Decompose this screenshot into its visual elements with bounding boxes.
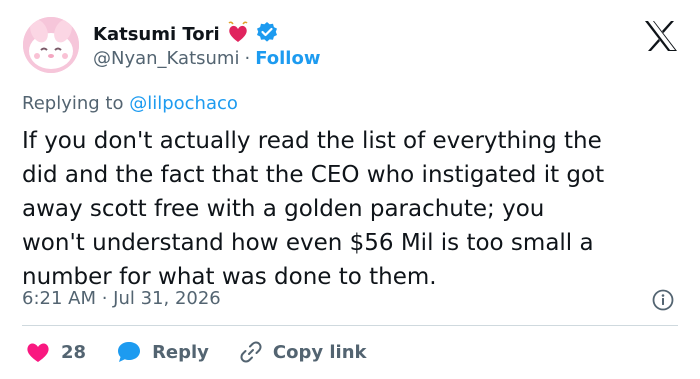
tweet-timestamp[interactable]: 6:21 AM · Jul 31, 2026 <box>22 288 221 309</box>
author-handle[interactable]: @Nyan_Katsumi <box>93 48 239 69</box>
replying-to-prefix: Replying to <box>22 93 124 114</box>
author-name-row: Katsumi Tori <box>93 21 278 47</box>
follow-button[interactable]: Follow <box>255 48 320 69</box>
x-logo-icon[interactable] <box>644 20 678 52</box>
author-display-name[interactable]: Katsumi Tori <box>93 24 220 45</box>
separator-dot: · <box>244 48 251 69</box>
copy-link-label: Copy link <box>272 341 367 363</box>
speech-bubble-icon <box>116 340 142 364</box>
avatar-image <box>23 17 79 73</box>
reply-button[interactable]: Reply <box>116 340 209 364</box>
like-count: 28 <box>61 341 87 363</box>
divider <box>22 325 678 326</box>
info-icon[interactable] <box>652 289 674 311</box>
verified-badge-icon <box>256 21 278 47</box>
heart-icon <box>226 21 250 47</box>
link-icon <box>239 340 263 364</box>
like-button[interactable]: 28 <box>25 340 86 364</box>
like-heart-icon <box>25 340 51 364</box>
replying-to-mention[interactable]: @lilpochaco <box>129 93 238 114</box>
avatar[interactable] <box>23 17 79 73</box>
tweet-text: If you don't actually read the list of e… <box>22 128 605 290</box>
author-handle-row: @Nyan_Katsumi · Follow <box>93 48 320 69</box>
copy-link-button[interactable]: Copy link <box>239 340 367 364</box>
replying-to-line: Replying to @lilpochaco <box>22 93 238 114</box>
action-bar: 28 Reply Copy link <box>25 338 367 366</box>
reply-label: Reply <box>152 341 209 363</box>
